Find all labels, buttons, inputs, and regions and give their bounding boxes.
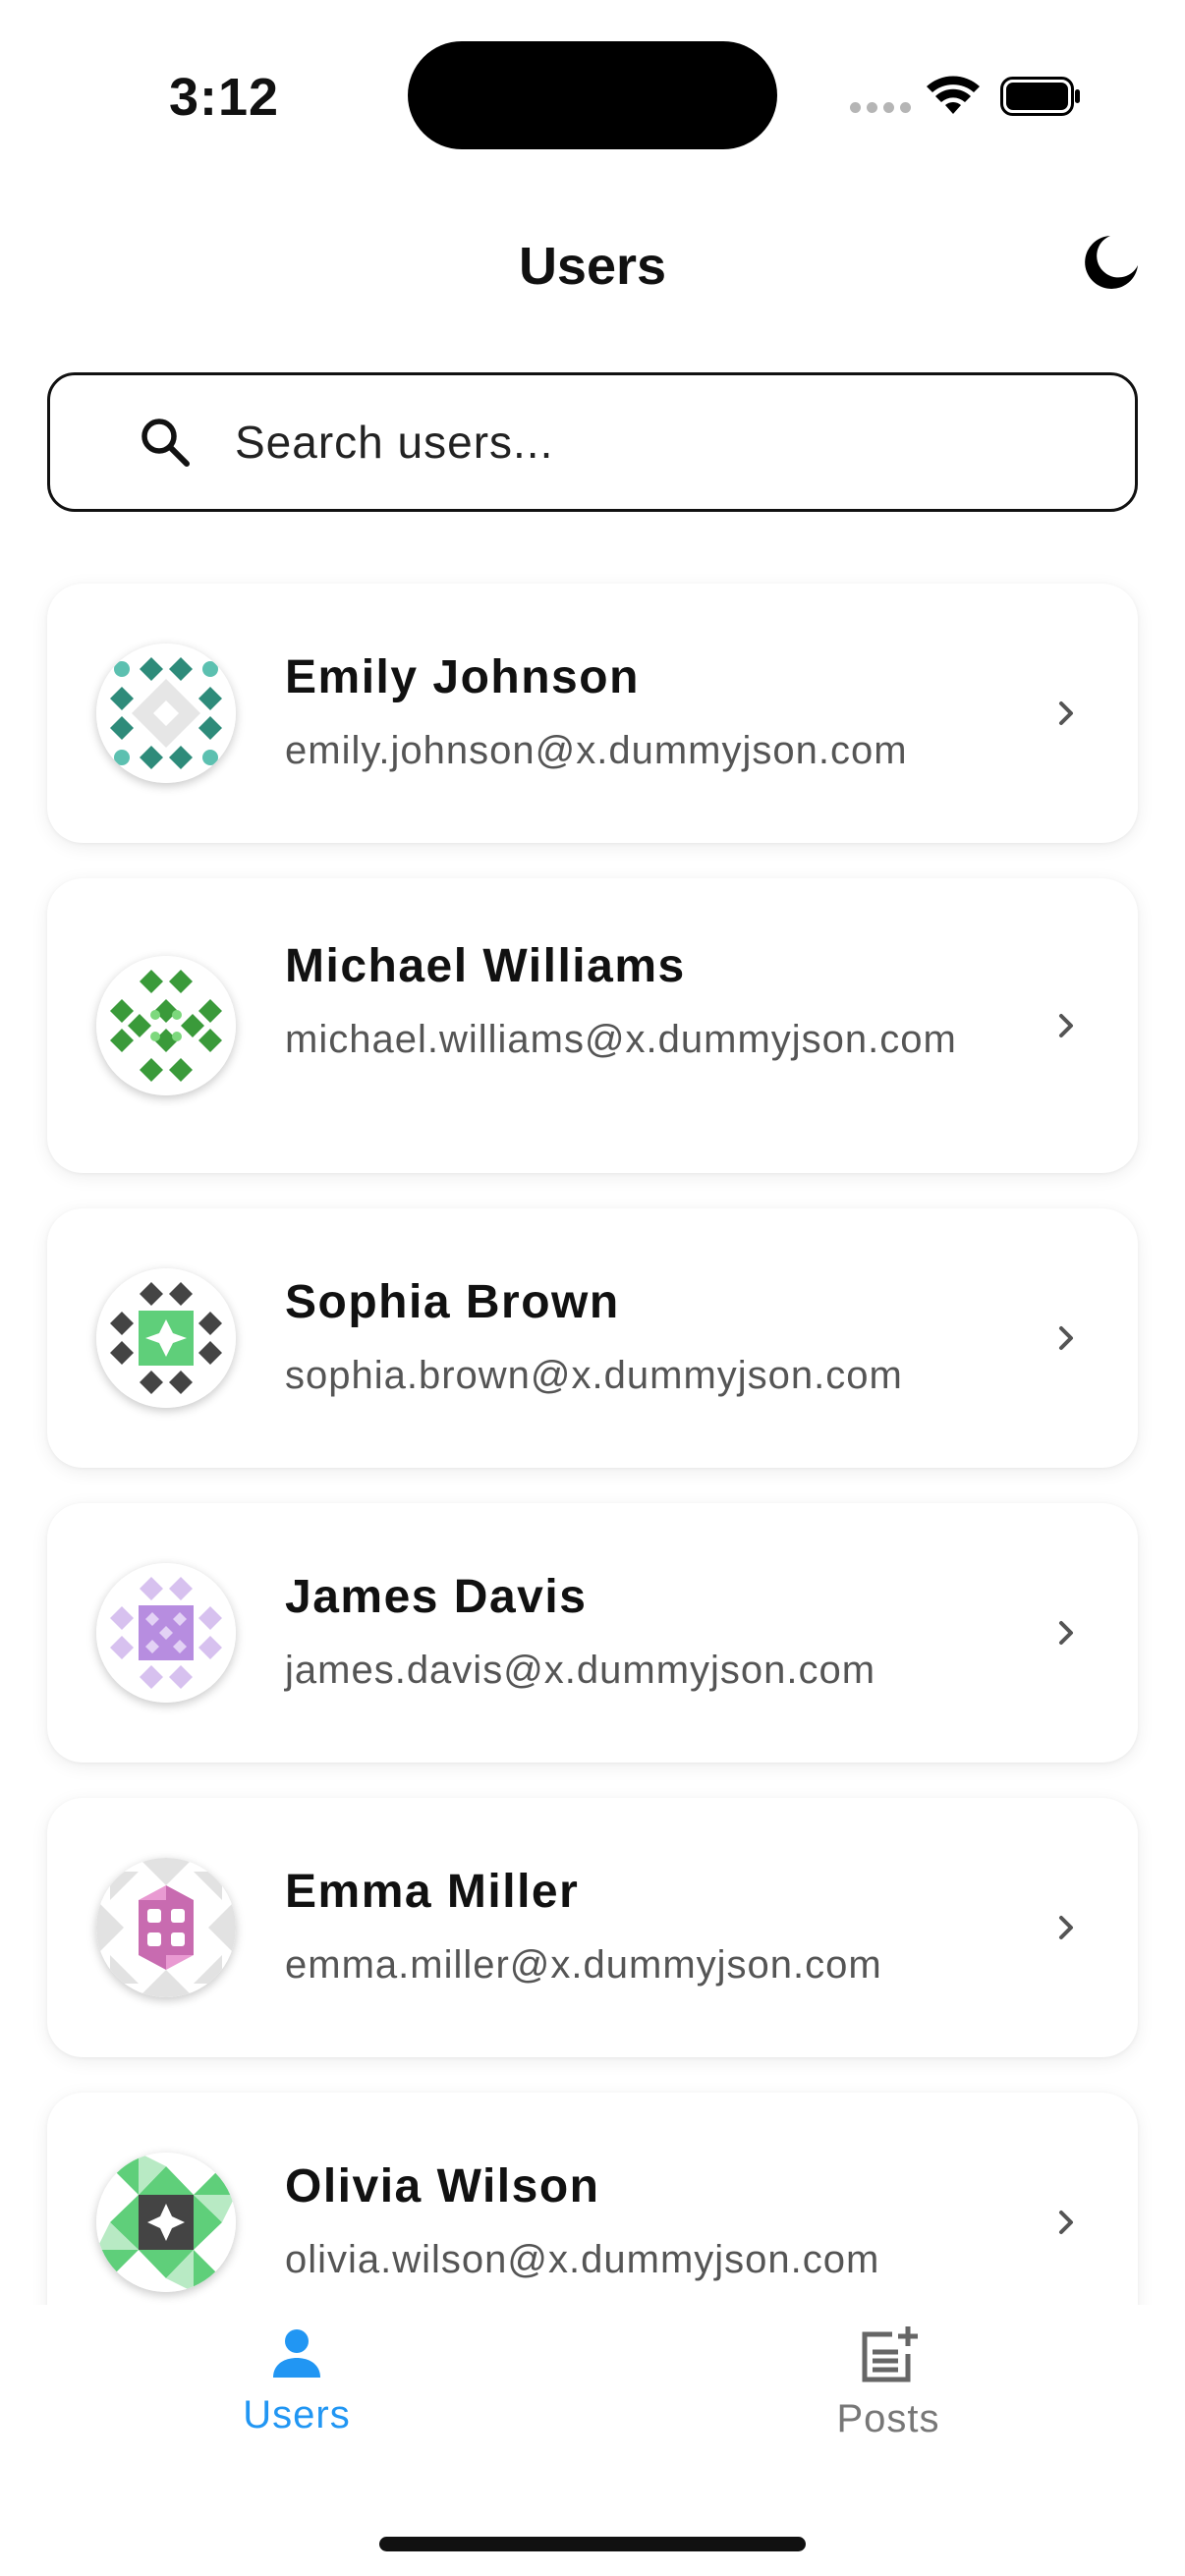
cellular-signal-icon [850,102,911,113]
wifi-icon [927,76,980,114]
chevron-right-icon [1059,2211,1073,2234]
bottom-navigation: Users Posts [0,2305,1185,2576]
nav-tab-posts[interactable]: Posts [741,2324,1036,2441]
user-card[interactable]: James Davis james.davis@x.dummyjson.com [47,1503,1138,1763]
nav-tab-users[interactable]: Users [149,2324,444,2437]
user-card[interactable]: Emma Miller emma.miller@x.dummyjson.com [47,1798,1138,2057]
search-icon [141,419,190,467]
page-title: Users [518,237,667,296]
avatar [96,956,236,1095]
nav-label-posts: Posts [836,2397,940,2440]
user-email: olivia.wilson@x.dummyjson.com [285,2238,880,2281]
moon-icon[interactable] [1081,232,1142,293]
chevron-right-icon [1059,701,1073,725]
user-name: Emily Johnson [285,651,640,703]
user-card[interactable]: Sophia Brown sophia.brown@x.dummyjson.co… [47,1208,1138,1468]
user-name: Olivia Wilson [285,2160,600,2212]
avatar [96,1268,236,1408]
user-card[interactable]: Emily Johnson emily.johnson@x.dummyjson.… [47,584,1138,843]
avatar [96,644,236,783]
search-input[interactable] [235,416,1080,469]
user-name: James Davis [285,1571,588,1623]
post-add-icon [862,2326,918,2382]
user-card[interactable]: Michael Williams michael.williams@x.dumm… [47,878,1138,1173]
dynamic-island [408,41,777,149]
avatar [96,2153,236,2292]
user-name: Sophia Brown [285,1276,620,1328]
nav-label-users: Users [243,2393,351,2436]
chevron-right-icon [1059,1916,1073,1939]
search-bar[interactable] [47,372,1138,512]
user-name: Michael Williams [285,940,686,992]
user-name: Emma Miller [285,1866,580,1918]
status-time: 3:12 [169,68,280,127]
user-email: emma.miller@x.dummyjson.com [285,1943,882,1987]
avatar [96,1858,236,1997]
battery-icon [1000,77,1080,116]
person-icon [273,2329,320,2378]
user-email: emily.johnson@x.dummyjson.com [285,729,908,772]
users-screen: 3:12 Users Search users... Emily Johnson… [0,0,1185,2576]
chevron-right-icon [1059,1014,1073,1037]
chevron-right-icon [1059,1621,1073,1645]
chevron-right-icon [1059,1326,1073,1350]
avatar [96,1563,236,1703]
user-email: sophia.brown@x.dummyjson.com [285,1354,903,1397]
user-email: michael.williams@x.dummyjson.com [285,1018,957,1061]
home-indicator [379,2537,806,2551]
user-email: james.davis@x.dummyjson.com [285,1649,876,1692]
